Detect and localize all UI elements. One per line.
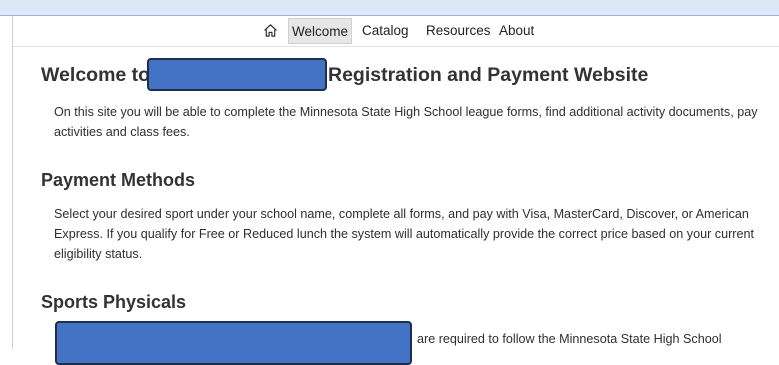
page-content: Welcome Catalog Resources About Welcome … bbox=[12, 16, 779, 365]
payment-paragraph: Select your desired sport under your sch… bbox=[54, 207, 754, 261]
welcome-title-suffix: Registration and Payment Website bbox=[328, 64, 649, 86]
redaction-box bbox=[55, 321, 412, 365]
top-nav: Welcome Catalog Resources About bbox=[13, 16, 779, 47]
sports-paragraph: are required to follow the Minnesota Sta… bbox=[417, 332, 722, 346]
redaction-box bbox=[147, 58, 327, 91]
home-icon bbox=[263, 24, 277, 37]
welcome-paragraph: On this site you will be able to complet… bbox=[54, 105, 758, 139]
sports-physicals-heading: Sports Physicals bbox=[41, 292, 187, 312]
nav-tab-resources[interactable]: Resources bbox=[426, 18, 491, 44]
welcome-title: Welcome to bbox=[41, 64, 151, 86]
payment-methods-heading: Payment Methods bbox=[41, 170, 196, 190]
nav-tab-catalog[interactable]: Catalog bbox=[362, 18, 409, 44]
nav-home[interactable] bbox=[259, 18, 281, 44]
nav-tab-about[interactable]: About bbox=[499, 18, 534, 44]
browser-top-strip bbox=[0, 0, 779, 16]
nav-tab-welcome[interactable]: Welcome bbox=[288, 18, 352, 44]
